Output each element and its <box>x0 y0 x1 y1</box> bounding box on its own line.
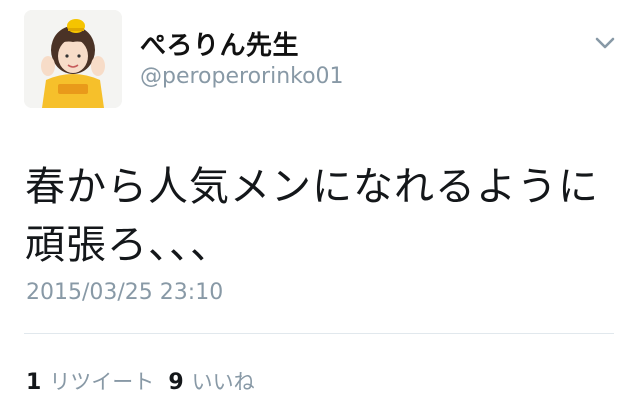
like-count-number: 9 <box>168 370 184 395</box>
avatar[interactable] <box>24 10 122 108</box>
retweet-count[interactable]: 1 リツイート <box>26 366 154 396</box>
tweet-text: 春から人気メンになれるように 頑張ろ、、、 <box>25 164 599 268</box>
divider <box>24 333 614 334</box>
like-count-label: いいね <box>191 370 255 394</box>
tweet-card: ぺろりん先生 @peroperorinko01 春から人気メンになれるように 頑… <box>0 0 639 420</box>
tweet-timestamp[interactable]: 2015/03/25 23:10 <box>26 280 223 305</box>
screen-name[interactable]: @peroperorinko01 <box>140 64 344 89</box>
tweet-stats: 1 リツイート 9 いいね <box>26 366 269 396</box>
profile-photo-icon <box>24 10 122 108</box>
retweet-count-number: 1 <box>26 370 42 395</box>
display-name[interactable]: ぺろりん先生 <box>140 25 299 62</box>
like-count[interactable]: 9 いいね <box>168 366 254 396</box>
chevron-down-icon[interactable] <box>593 34 617 52</box>
retweet-count-label: リツイート <box>49 370 155 394</box>
